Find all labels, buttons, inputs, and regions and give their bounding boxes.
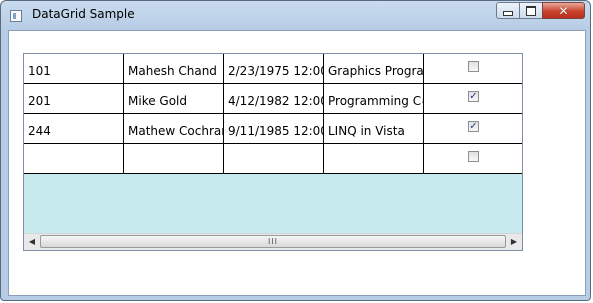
maximize-button[interactable] xyxy=(519,2,543,19)
cell-checkbox xyxy=(424,144,522,174)
table-row[interactable]: 244 Mathew Cochran 9/11/1985 12:00:0 LIN… xyxy=(24,114,522,144)
scroll-right-arrow-icon[interactable]: ▶ xyxy=(508,236,520,248)
cell-name[interactable]: Mahesh Chand xyxy=(124,54,224,84)
cell-date[interactable]: 4/12/1982 12:00:0 xyxy=(224,84,324,114)
cell-name[interactable] xyxy=(124,144,224,174)
cell-book[interactable]: LINQ in Vista xyxy=(324,114,424,144)
minimize-button[interactable] xyxy=(496,2,520,19)
app-window: DataGrid Sample ✕ 101 Mahesh Chand 2/23/… xyxy=(0,0,591,301)
scrollbar-thumb[interactable]: III xyxy=(40,235,506,248)
row-checkbox[interactable]: ✓ xyxy=(468,121,479,132)
cell-id[interactable]: 101 xyxy=(24,54,124,84)
horizontal-scrollbar[interactable]: ◀ III ▶ xyxy=(24,233,522,250)
cell-name[interactable]: Mathew Cochran xyxy=(124,114,224,144)
new-item-row[interactable] xyxy=(24,144,522,174)
cell-id[interactable]: 201 xyxy=(24,84,124,114)
row-checkbox[interactable]: ✓ xyxy=(468,91,479,102)
row-checkbox[interactable] xyxy=(468,61,479,72)
close-icon: ✕ xyxy=(558,3,569,18)
title-bar[interactable]: DataGrid Sample ✕ xyxy=(1,1,590,29)
cell-checkbox: ✓ xyxy=(424,84,522,114)
row-checkbox[interactable] xyxy=(468,151,479,162)
app-window-icon[interactable] xyxy=(10,10,22,22)
cell-book[interactable]: Graphics Program xyxy=(324,54,424,84)
table-row[interactable]: 101 Mahesh Chand 2/23/1975 12:00:0 Graph… xyxy=(24,54,522,84)
window-title: DataGrid Sample xyxy=(32,7,135,21)
scroll-left-arrow-icon[interactable]: ◀ xyxy=(26,236,38,248)
caption-buttons: ✕ xyxy=(496,2,585,20)
cell-book[interactable] xyxy=(324,144,424,174)
close-button[interactable]: ✕ xyxy=(542,2,585,19)
cell-book[interactable]: Programming C# xyxy=(324,84,424,114)
cell-checkbox: ✓ xyxy=(424,114,522,144)
maximize-icon xyxy=(526,5,536,16)
cell-date[interactable]: 2/23/1975 12:00:0 xyxy=(224,54,324,84)
cell-id[interactable] xyxy=(24,144,124,174)
cell-name[interactable]: Mike Gold xyxy=(124,84,224,114)
cell-id[interactable]: 244 xyxy=(24,114,124,144)
client-area: 101 Mahesh Chand 2/23/1975 12:00:0 Graph… xyxy=(8,30,586,296)
cell-date[interactable] xyxy=(224,144,324,174)
minimize-icon xyxy=(503,10,513,16)
cell-date[interactable]: 9/11/1985 12:00:0 xyxy=(224,114,324,144)
table-row[interactable]: 201 Mike Gold 4/12/1982 12:00:0 Programm… xyxy=(24,84,522,114)
cell-checkbox xyxy=(424,54,522,84)
data-grid[interactable]: 101 Mahesh Chand 2/23/1975 12:00:0 Graph… xyxy=(23,53,523,251)
